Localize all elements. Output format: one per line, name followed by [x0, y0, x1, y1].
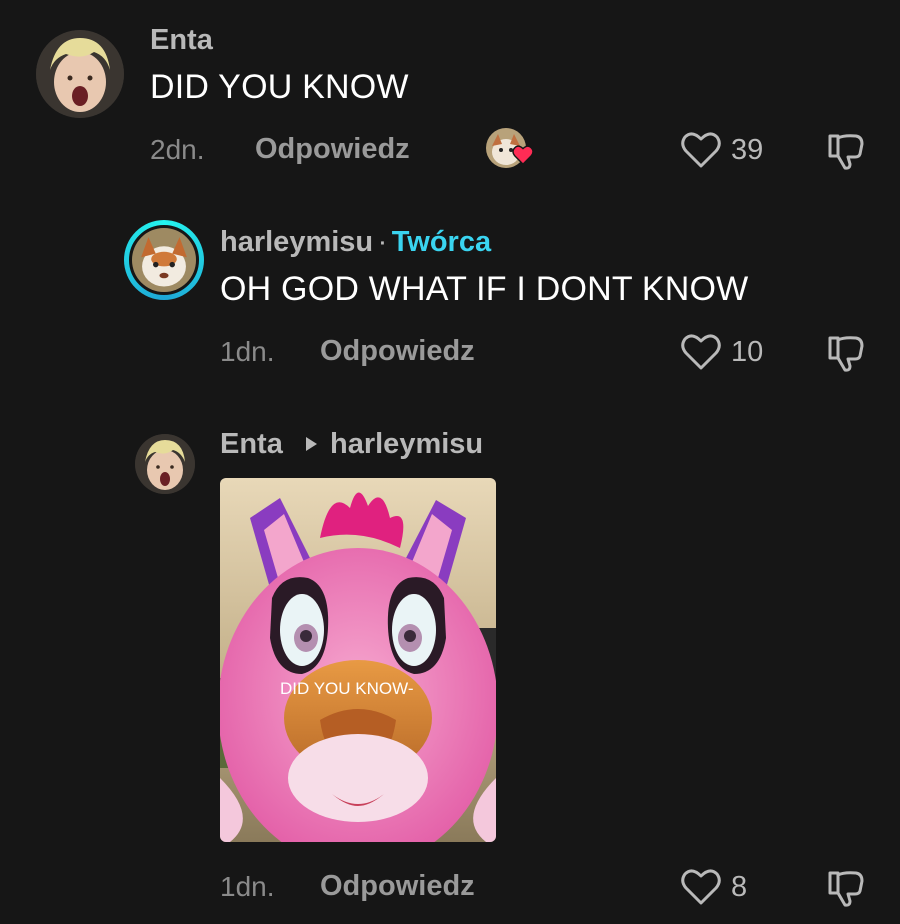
avatar[interactable] [36, 30, 124, 118]
heart-outline-icon[interactable] [680, 131, 722, 169]
fursuit-photo [220, 478, 496, 842]
thumbs-down-icon[interactable] [826, 334, 866, 374]
creator-badge: Twórca [391, 226, 492, 258]
reply-button[interactable]: Odpowiedz [320, 335, 475, 368]
comment-timestamp: 1dn. [220, 871, 275, 902]
like-count: 10 [731, 336, 764, 368]
separator-dot: · [377, 226, 388, 258]
triangle-right-icon [304, 436, 318, 452]
avatar[interactable] [129, 225, 199, 295]
reply-button[interactable]: Odpowiedz [255, 133, 410, 166]
comment-text: DID YOU KNOW [150, 68, 409, 106]
reply-to-username[interactable]: harleymisu [330, 428, 483, 461]
comment-username[interactable]: Enta [150, 24, 213, 57]
comment-media-image[interactable]: DID YOU KNOW- [220, 478, 496, 842]
avatar[interactable] [135, 434, 195, 494]
comment-username[interactable]: Enta [220, 428, 283, 460]
creator-liked-heart-icon [512, 145, 534, 165]
thumbs-down-icon[interactable] [826, 132, 866, 172]
comment-timestamp: 1dn. [220, 336, 275, 367]
like-count: 39 [731, 134, 764, 166]
reply-header: Enta [220, 428, 283, 461]
comment-username[interactable]: harleymisu [220, 226, 373, 258]
reply-header: harleymisu · Twórca [220, 226, 491, 259]
heart-outline-icon[interactable] [680, 333, 722, 371]
comment-text: OH GOD WHAT IF I DONT KNOW [220, 270, 749, 308]
thumbs-down-icon[interactable] [826, 869, 866, 909]
comment-timestamp: 2dn. [150, 134, 205, 165]
heart-outline-icon[interactable] [680, 868, 722, 906]
media-caption: DID YOU KNOW- [280, 679, 414, 698]
like-count: 8 [731, 871, 748, 903]
reply-button[interactable]: Odpowiedz [320, 870, 475, 903]
